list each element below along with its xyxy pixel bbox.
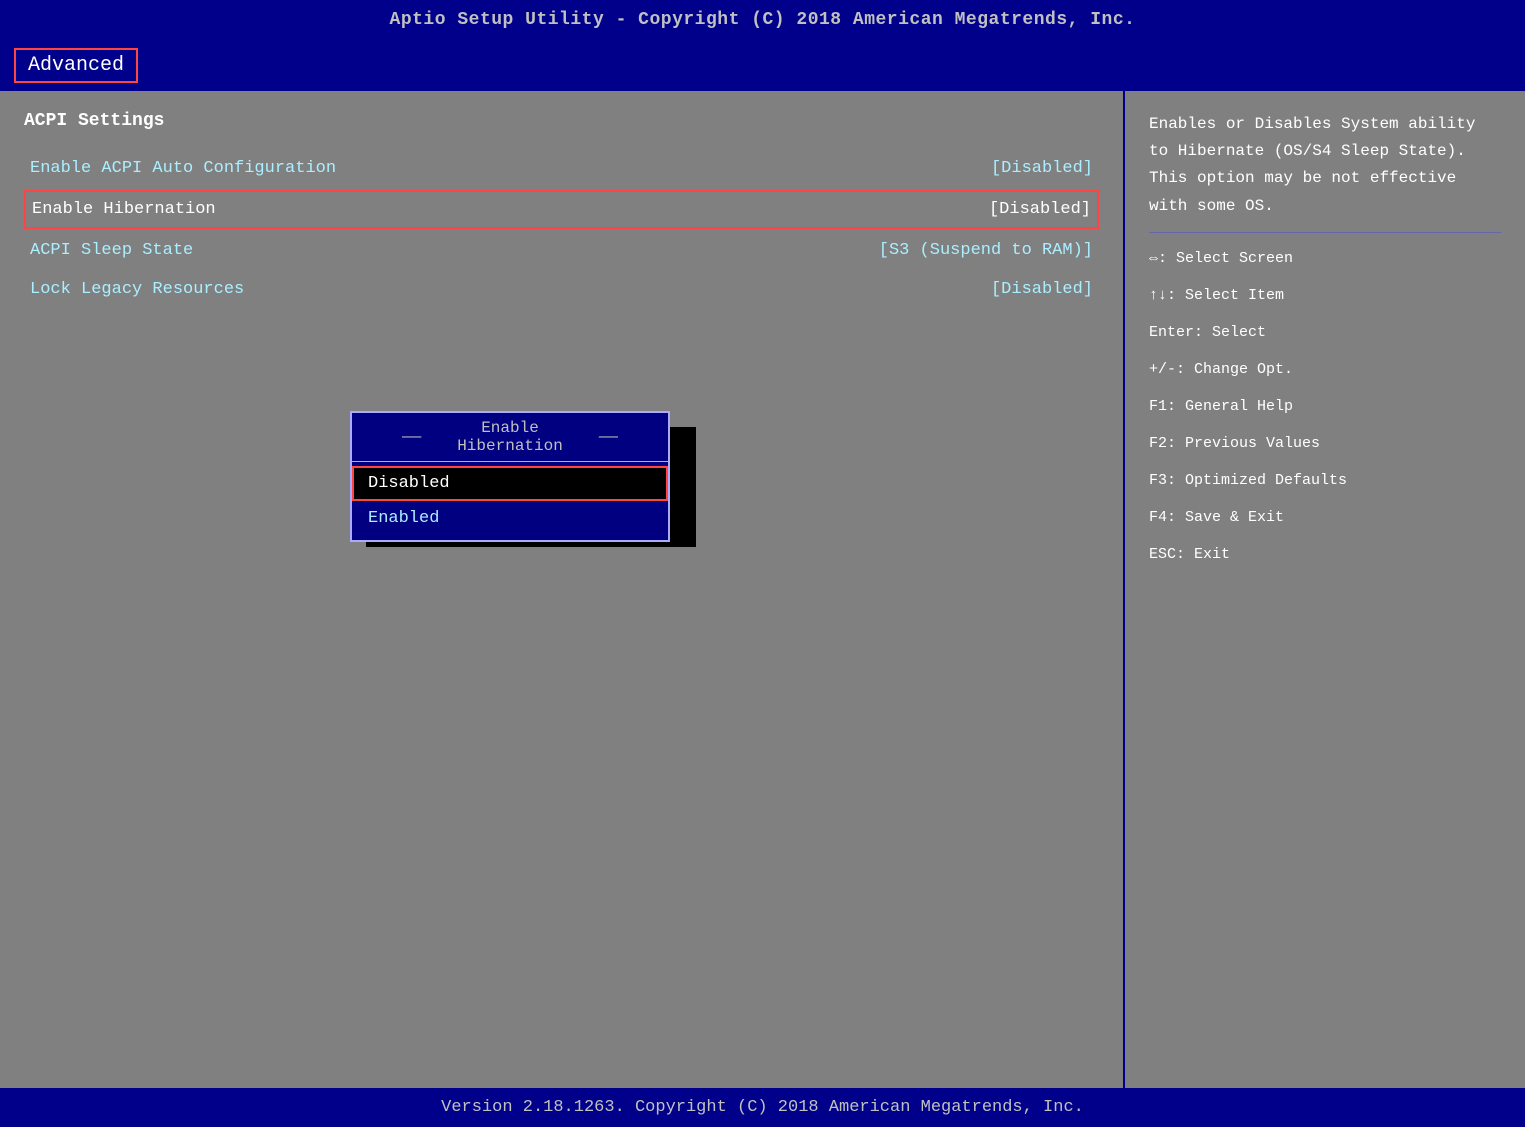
main-content: ACPI Settings Enable ACPI Auto Configura…: [0, 91, 1525, 1088]
hint-esc: ESC: Exit: [1149, 541, 1501, 568]
hint-change-opt: +/-: Change Opt.: [1149, 356, 1501, 383]
setting-row-acpi-auto[interactable]: Enable ACPI Auto Configuration [Disabled…: [24, 151, 1099, 186]
right-panel: Enables or Disables System ability to Hi…: [1125, 91, 1525, 1088]
setting-label-acpi-auto: Enable ACPI Auto Configuration: [30, 159, 991, 178]
dropdown-dash-right: ——: [563, 428, 654, 446]
help-description: Enables or Disables System ability to Hi…: [1149, 111, 1501, 220]
left-panel: ACPI Settings Enable ACPI Auto Configura…: [0, 91, 1123, 1088]
dropdown-body: Disabled Enabled: [352, 462, 668, 540]
footer-bar: Version 2.18.1263. Copyright (C) 2018 Am…: [0, 1088, 1525, 1127]
setting-row-lock-legacy[interactable]: Lock Legacy Resources [Disabled]: [24, 272, 1099, 307]
section-title: ACPI Settings: [24, 111, 1099, 131]
setting-label-hibernation: Enable Hibernation: [32, 200, 989, 219]
setting-row-sleep-state[interactable]: ACPI Sleep State [S3 (Suspend to RAM)]: [24, 233, 1099, 268]
bios-screen: Aptio Setup Utility - Copyright (C) 2018…: [0, 0, 1525, 1127]
title-bar: Aptio Setup Utility - Copyright (C) 2018…: [0, 0, 1525, 40]
setting-row-hibernation[interactable]: Enable Hibernation [Disabled]: [24, 190, 1099, 229]
dropdown-option-disabled[interactable]: Disabled: [352, 466, 668, 501]
footer-text: Version 2.18.1263. Copyright (C) 2018 Am…: [441, 1098, 1084, 1117]
hint-f1: F1: General Help: [1149, 393, 1501, 420]
hints-divider: [1149, 232, 1501, 233]
hint-f4: F4: Save & Exit: [1149, 504, 1501, 531]
title-text: Aptio Setup Utility - Copyright (C) 2018…: [390, 10, 1136, 30]
menu-bar: Advanced: [0, 40, 1525, 91]
dropdown-option-enabled[interactable]: Enabled: [352, 501, 668, 536]
dropdown-popup: —— Enable Hibernation —— Disabled Enable…: [350, 411, 670, 542]
hint-select-screen: ⇔: Select Screen: [1149, 245, 1501, 272]
setting-value-lock-legacy: [Disabled]: [991, 280, 1093, 299]
setting-label-lock-legacy: Lock Legacy Resources: [30, 280, 991, 299]
dropdown-title-bar: —— Enable Hibernation ——: [352, 413, 668, 462]
setting-value-hibernation: [Disabled]: [989, 200, 1091, 219]
setting-value-sleep-state: [S3 (Suspend to RAM)]: [879, 241, 1093, 260]
setting-value-acpi-auto: [Disabled]: [991, 159, 1093, 178]
hint-select-item: ↑↓: Select Item: [1149, 282, 1501, 309]
hint-f2: F2: Previous Values: [1149, 430, 1501, 457]
menu-item-advanced[interactable]: Advanced: [14, 48, 138, 83]
dropdown-title: Enable Hibernation: [457, 419, 563, 455]
hint-enter-select: Enter: Select: [1149, 319, 1501, 346]
setting-label-sleep-state: ACPI Sleep State: [30, 241, 879, 260]
hint-f3: F3: Optimized Defaults: [1149, 467, 1501, 494]
dropdown-dash-left: ——: [366, 428, 457, 446]
